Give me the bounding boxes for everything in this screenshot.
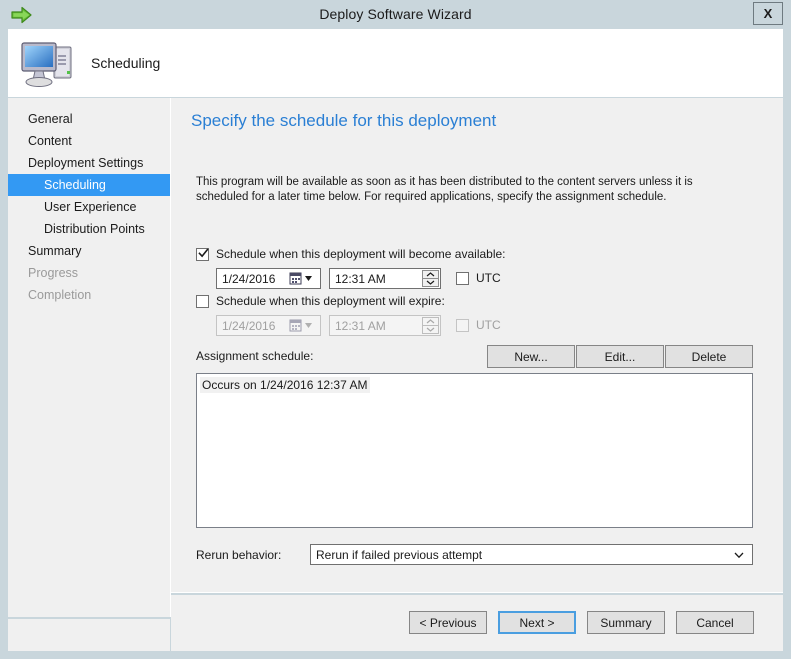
cancel-button[interactable]: Cancel xyxy=(676,611,754,634)
expire-time-spinner xyxy=(422,317,439,334)
expire-date-value: 1/24/2016 xyxy=(222,318,276,333)
sidebar-item-label: Content xyxy=(28,134,72,148)
sidebar-item-deployment-settings[interactable]: Deployment Settings xyxy=(8,152,170,174)
assignment-schedule-listbox[interactable]: Occurs on 1/24/2016 12:37 AM xyxy=(196,373,753,528)
computer-icon xyxy=(18,37,80,89)
sidebar-item-general[interactable]: General xyxy=(8,108,170,130)
sidebar-item-user-experience[interactable]: User Experience xyxy=(8,196,170,218)
wizard-sidebar: General Content Deployment Settings Sche… xyxy=(8,98,170,617)
available-time-input[interactable]: 12:31 AM xyxy=(329,268,441,289)
sidebar-item-label: General xyxy=(28,112,73,126)
summary-button[interactable]: Summary xyxy=(587,611,665,634)
schedule-expire-label: Schedule when this deployment will expir… xyxy=(216,294,445,308)
sidebar-item-distribution-points[interactable]: Distribution Points xyxy=(8,218,170,240)
sidebar-item-label: User Experience xyxy=(44,200,137,214)
sidebar-item-label: Distribution Points xyxy=(44,222,145,236)
spinner-up-icon-disabled xyxy=(423,318,438,325)
assignment-schedule-label: Assignment schedule: xyxy=(196,349,314,363)
wizard-footer: < Previous Next > Summary Cancel xyxy=(171,595,783,651)
window-title: Deploy Software Wizard xyxy=(319,6,472,22)
expire-utc-label: UTC xyxy=(476,318,501,332)
new-button[interactable]: New... xyxy=(487,345,575,368)
rerun-behavior-label: Rerun behavior: xyxy=(196,548,282,562)
sidebar-item-progress: Progress xyxy=(8,262,170,284)
checkmark-icon xyxy=(198,248,209,259)
available-date-input[interactable]: 1/24/2016 xyxy=(216,268,321,289)
expire-utc-checkbox xyxy=(456,319,469,332)
deploy-software-wizard-window: Deploy Software Wizard X Scheduling Gene… xyxy=(0,0,791,659)
sidebar-item-label: Progress xyxy=(28,266,79,280)
calendar-dropdown-icon-disabled xyxy=(288,318,318,333)
sidebar-item-content[interactable]: Content xyxy=(8,130,170,152)
schedule-available-label: Schedule when this deployment will becom… xyxy=(216,247,506,261)
rerun-behavior-select[interactable]: Rerun if failed previous attempt xyxy=(310,544,753,565)
sidebar-item-summary[interactable]: Summary xyxy=(8,240,170,262)
sidebar-footer-spacer xyxy=(8,619,170,651)
available-utc-label: UTC xyxy=(476,271,501,285)
calendar-dropdown-icon[interactable] xyxy=(288,271,318,286)
next-button[interactable]: Next > xyxy=(498,611,576,634)
sidebar-item-label: Scheduling xyxy=(44,178,106,192)
available-date-value: 1/24/2016 xyxy=(222,271,276,286)
chevron-down-icon[interactable] xyxy=(733,549,745,561)
sidebar-item-label: Summary xyxy=(28,244,82,258)
expire-date-input: 1/24/2016 xyxy=(216,315,321,336)
banner-title: Scheduling xyxy=(91,55,161,71)
schedule-available-checkbox[interactable] xyxy=(196,248,209,261)
available-time-value: 12:31 AM xyxy=(335,271,386,286)
rerun-behavior-value: Rerun if failed previous attempt xyxy=(316,547,483,562)
sidebar-item-label: Deployment Settings xyxy=(28,156,144,170)
available-utc-checkbox[interactable] xyxy=(456,272,469,285)
edit-button[interactable]: Edit... xyxy=(576,345,664,368)
list-item[interactable]: Occurs on 1/24/2016 12:37 AM xyxy=(200,377,371,393)
intro-description: This program will be available as soon a… xyxy=(196,176,693,203)
expire-time-input: 12:31 AM xyxy=(329,315,441,336)
expire-time-value: 12:31 AM xyxy=(335,318,386,333)
close-button[interactable]: X xyxy=(753,2,783,25)
schedule-expire-checkbox[interactable] xyxy=(196,295,209,308)
spinner-down-icon[interactable] xyxy=(423,279,438,286)
content-panel: Specify the schedule for this deployment… xyxy=(171,98,783,592)
title-bar: Deploy Software Wizard X xyxy=(0,0,791,29)
wizard-banner: Scheduling xyxy=(8,29,783,97)
spinner-up-icon[interactable] xyxy=(423,271,438,278)
spinner-down-icon-disabled xyxy=(423,326,438,333)
time-spinner[interactable] xyxy=(422,270,439,287)
delete-button[interactable]: Delete xyxy=(665,345,753,368)
footer-divider xyxy=(171,592,783,593)
previous-button[interactable]: < Previous xyxy=(409,611,487,634)
sidebar-item-scheduling[interactable]: Scheduling xyxy=(8,174,170,196)
page-title: Specify the schedule for this deployment xyxy=(191,111,497,130)
sidebar-item-completion: Completion xyxy=(8,284,170,306)
sidebar-item-label: Completion xyxy=(28,288,92,302)
